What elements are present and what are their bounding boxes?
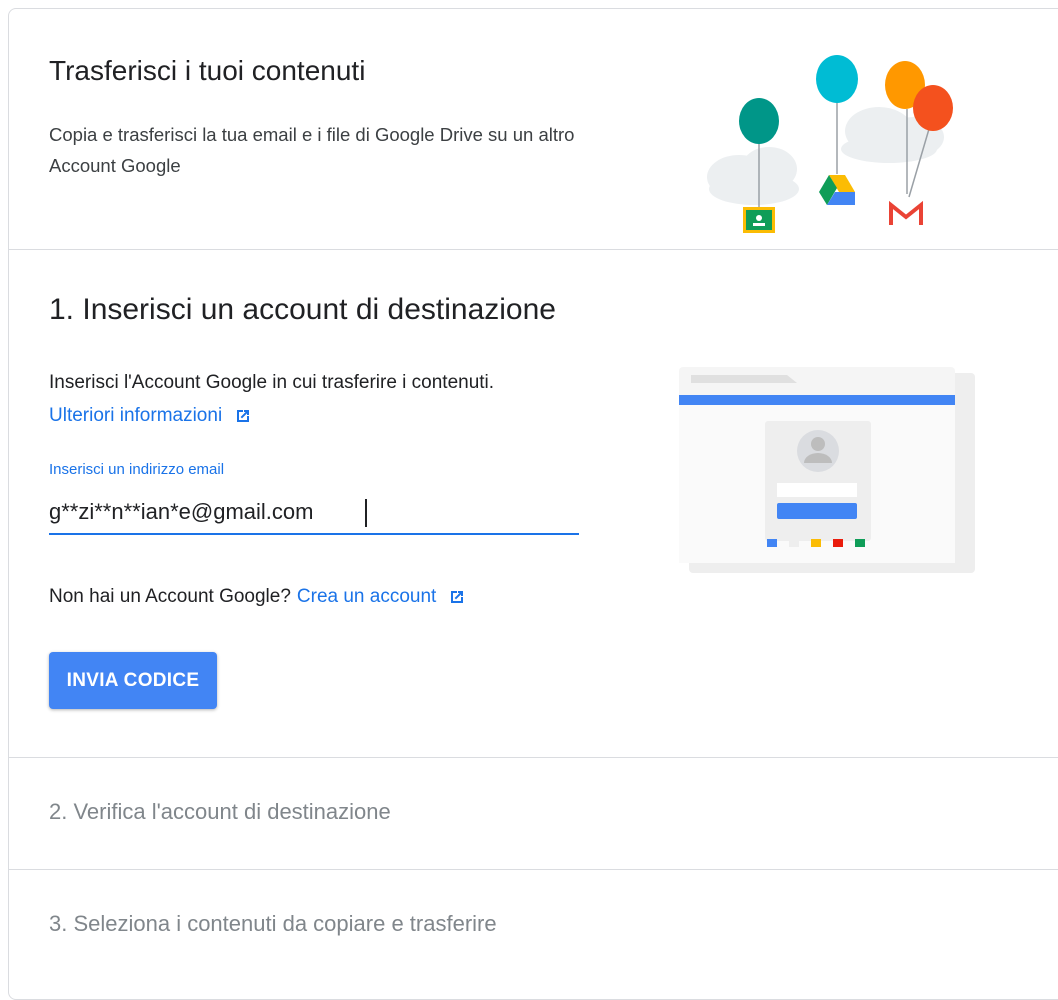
gmail-icon xyxy=(889,200,923,225)
balloons-illustration xyxy=(707,55,953,233)
page-title: Trasferisci i tuoi contenuti xyxy=(49,55,366,86)
no-account-text: Non hai un Account Google? xyxy=(49,586,291,607)
step2-section[interactable]: 2. Verifica l'account di destinazione xyxy=(9,757,1058,870)
step1-title: 1. Inserisci un account di destinazione xyxy=(49,293,556,326)
header-section: Trasferisci i tuoi contenuti Copia e tra… xyxy=(9,9,1058,250)
learn-more-link[interactable]: Ulteriori informazioni xyxy=(49,405,252,427)
step1-section: 1. Inserisci un account di destinazione … xyxy=(9,249,1058,758)
no-account-row: Non hai un Account Google? Crea un accou… xyxy=(49,586,466,608)
send-code-button[interactable]: INVIA CODICE xyxy=(49,652,217,709)
step3-title: 3. Seleziona i contenuti da copiare e tr… xyxy=(49,911,497,936)
create-account-link[interactable]: Crea un account xyxy=(297,586,466,608)
email-field-label: Inserisci un indirizzo email xyxy=(49,461,225,478)
create-account-label: Crea un account xyxy=(296,586,437,607)
email-input[interactable] xyxy=(49,491,579,535)
page-description: Copia e trasferisci la tua email e i fil… xyxy=(49,124,575,176)
google-drive-icon xyxy=(819,175,855,205)
step3-section[interactable]: 3. Seleziona i contenuti da copiare e tr… xyxy=(9,869,1058,999)
open-in-new-icon xyxy=(237,410,250,422)
step2-title: 2. Verifica l'account di destinazione xyxy=(49,799,391,824)
browser-illustration xyxy=(679,367,975,573)
step1-description: Inserisci l'Account Google in cui trasfe… xyxy=(49,372,495,393)
learn-more-label: Ulteriori informazioni xyxy=(49,405,223,426)
open-in-new-icon xyxy=(451,591,464,603)
google-classroom-icon xyxy=(743,207,775,233)
avatar-icon xyxy=(797,430,839,472)
transfer-card: Trasferisci i tuoi contenuti Copia e tra… xyxy=(8,8,1058,1000)
text-caret xyxy=(365,499,367,527)
